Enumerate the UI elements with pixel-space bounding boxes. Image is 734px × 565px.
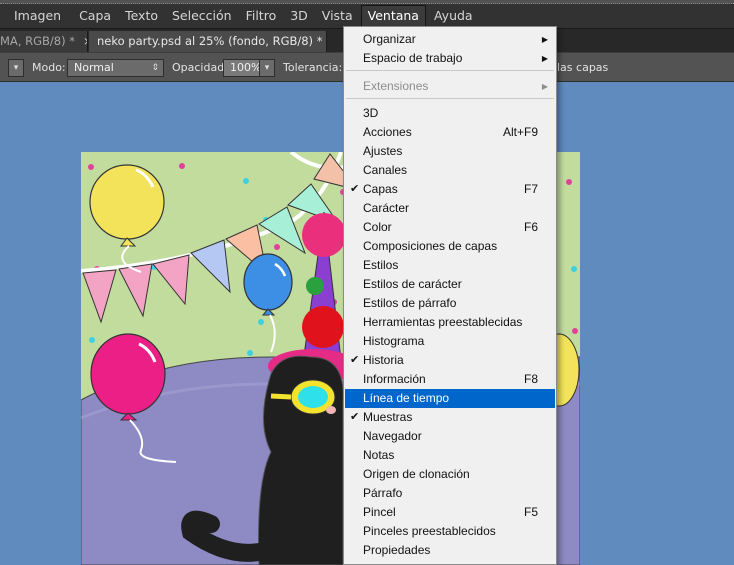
chevron-down-icon: ▾: [13, 63, 19, 73]
tab-previous-document[interactable]: MA, RGB/8) * ×: [0, 31, 88, 52]
menu-item-canales[interactable]: Canales: [345, 161, 555, 180]
menu-item-3d[interactable]: 3D: [345, 104, 555, 123]
tab-label: MA, RGB/8) *: [0, 34, 75, 48]
menu-item-estilos-de-parrafo[interactable]: Estilos de párrafo: [345, 294, 555, 313]
menu-separator: [346, 70, 554, 71]
menu-item-pincel[interactable]: Pincel F5: [345, 503, 555, 522]
menu-item-pinceles-preestablecidos[interactable]: Pinceles preestablecidos: [345, 522, 555, 541]
menu-item-historia[interactable]: ✔ Historia: [345, 351, 555, 370]
submenu-arrow-icon: ▶: [541, 82, 548, 91]
checkmark-icon: ✔: [350, 411, 360, 423]
checkmark-icon: ✔: [350, 354, 360, 366]
menu-item-caracter[interactable]: Carácter: [345, 199, 555, 218]
menu-item-organizar[interactable]: Organizar ▶: [345, 30, 555, 49]
menu-ayuda[interactable]: Ayuda: [428, 5, 479, 27]
menu-item-estilos[interactable]: Estilos: [345, 256, 555, 275]
menu-3d[interactable]: 3D: [284, 5, 314, 27]
menu-item-navegador[interactable]: Navegador: [345, 427, 555, 446]
updown-arrows-icon: ⇕: [151, 63, 159, 73]
chevron-down-icon: ▾: [264, 63, 270, 73]
opacity-dropdown[interactable]: ▾: [259, 59, 275, 77]
menu-seleccion[interactable]: Selección: [166, 5, 238, 27]
menu-separator: [346, 98, 554, 99]
menu-filtro[interactable]: Filtro: [240, 5, 283, 27]
opacity-label: Opacidad:: [172, 61, 228, 74]
menu-capa[interactable]: Capa: [73, 5, 117, 27]
window-menu-dropdown: Organizar ▶ Espacio de trabajo ▶ Extension…: [343, 26, 557, 565]
submenu-arrow-icon: ▶: [541, 54, 548, 63]
mode-select[interactable]: Normal ⇕: [67, 59, 164, 77]
menu-item-muestras[interactable]: ✔ Muestras: [345, 408, 555, 427]
menu-item-composiciones-de-capas[interactable]: Composiciones de capas: [345, 237, 555, 256]
blue-balloon: [243, 253, 293, 353]
menu-item-propiedades[interactable]: Propiedades: [345, 541, 555, 560]
menu-ventana[interactable]: Ventana: [360, 5, 426, 27]
menu-item-ajustes[interactable]: Ajustes: [345, 142, 555, 161]
menu-texto[interactable]: Texto: [119, 5, 164, 27]
menu-vista[interactable]: Vista: [316, 5, 359, 27]
checkmark-icon: ✔: [350, 183, 360, 195]
menu-item-espacio-de-trabajo[interactable]: Espacio de trabajo ▶: [345, 49, 555, 68]
menu-item-estilos-de-caracter[interactable]: Estilos de carácter: [345, 275, 555, 294]
menu-imagen[interactable]: Imagen: [8, 5, 67, 27]
menu-item-notas[interactable]: Notas: [345, 446, 555, 465]
menu-item-acciones[interactable]: Acciones Alt+F9: [345, 123, 555, 142]
submenu-arrow-icon: ▶: [541, 35, 548, 44]
menu-item-histograma[interactable]: Histograma: [345, 332, 555, 351]
menu-item-informacion[interactable]: Información F8: [345, 370, 555, 389]
tolerance-label: Tolerancia:: [283, 61, 343, 74]
tool-preset-dropdown[interactable]: ▾: [8, 59, 24, 77]
menu-item-origen-de-clonacion[interactable]: Origen de clonación: [345, 465, 555, 484]
tab-label: neko party.psd al 25% (fondo, RGB/8) *: [97, 34, 323, 48]
menu-item-color[interactable]: Color F6: [345, 218, 555, 237]
close-icon[interactable]: ×: [83, 34, 87, 48]
menu-item-herramientas-preestablecidas[interactable]: Herramientas preestablecidas: [345, 313, 555, 332]
tab-neko-party[interactable]: neko party.psd al 25% (fondo, RGB/8) *×: [89, 31, 327, 52]
menu-item-parrafo[interactable]: Párrafo: [345, 484, 555, 503]
menu-item-linea-de-tiempo[interactable]: Línea de tiempo: [345, 389, 555, 408]
mode-label: Modo:: [32, 61, 66, 74]
menu-bar: Imagen Capa Texto Selección Filtro 3D Vi…: [0, 4, 734, 28]
menu-item-capas[interactable]: ✔ Capas F7: [345, 180, 555, 199]
all-layers-label[interactable]: las capas: [557, 61, 608, 74]
menu-item-extensiones: Extensiones ▶: [345, 77, 555, 96]
yellow-balloon: [89, 164, 165, 273]
opacity-input[interactable]: 100%: [223, 59, 261, 77]
